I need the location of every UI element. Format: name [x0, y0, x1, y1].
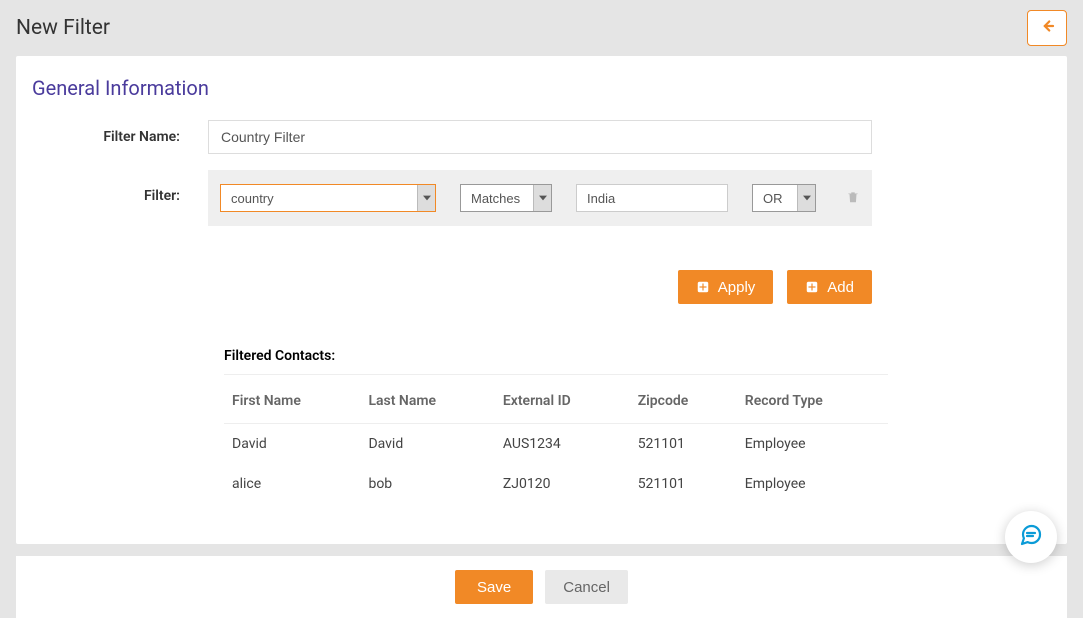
filter-conjunction-select[interactable]: OR [752, 184, 816, 212]
cell-zipcode: 521101 [630, 424, 737, 465]
filter-operator-select[interactable]: Matches [460, 184, 552, 212]
cancel-button[interactable]: Cancel [545, 570, 628, 604]
filter-label: Filter: [32, 170, 208, 204]
cell-first-name: alice [224, 464, 360, 504]
cell-first-name: David [224, 424, 360, 465]
filter-name-label: Filter Name: [32, 129, 208, 145]
plus-icon [696, 280, 710, 294]
trash-icon [846, 189, 860, 208]
col-record-type: Record Type [737, 375, 888, 424]
table-row: alice bob ZJ0120 521101 Employee [224, 464, 888, 504]
table-header-row: First Name Last Name External ID Zipcode… [224, 375, 888, 424]
general-info-panel: General Information Filter Name: Filter:… [16, 56, 1067, 544]
save-button[interactable]: Save [455, 570, 533, 604]
col-external-id: External ID [495, 375, 630, 424]
back-button[interactable] [1027, 10, 1067, 46]
filtered-contacts-table: First Name Last Name External ID Zipcode… [224, 375, 888, 504]
filter-field-select[interactable]: country [220, 184, 436, 212]
cell-external-id: AUS1234 [495, 424, 630, 465]
cell-zipcode: 521101 [630, 464, 737, 504]
page-title: New Filter [16, 16, 110, 40]
delete-rule-button[interactable] [846, 189, 860, 208]
filter-value-input[interactable] [576, 184, 728, 212]
arrow-left-icon [1038, 17, 1056, 39]
filtered-contacts-heading: Filtered Contacts: [224, 348, 888, 375]
cell-record-type: Employee [737, 464, 888, 504]
plus-icon [805, 280, 819, 294]
chat-icon [1019, 523, 1043, 551]
col-zipcode: Zipcode [630, 375, 737, 424]
cell-external-id: ZJ0120 [495, 464, 630, 504]
table-row: David David AUS1234 521101 Employee [224, 424, 888, 465]
cell-last-name: David [360, 424, 494, 465]
chat-widget-button[interactable] [1005, 511, 1057, 563]
cell-last-name: bob [360, 464, 494, 504]
add-label: Add [827, 279, 854, 296]
filter-rule-row: country Matches OR [208, 170, 872, 226]
section-title: General Information [16, 76, 1067, 112]
filter-name-input[interactable] [208, 120, 872, 154]
apply-label: Apply [718, 279, 756, 296]
footer-actions: Save Cancel [16, 556, 1067, 618]
add-button[interactable]: Add [787, 270, 872, 304]
col-last-name: Last Name [360, 375, 494, 424]
cell-record-type: Employee [737, 424, 888, 465]
apply-button[interactable]: Apply [678, 270, 774, 304]
col-first-name: First Name [224, 375, 360, 424]
